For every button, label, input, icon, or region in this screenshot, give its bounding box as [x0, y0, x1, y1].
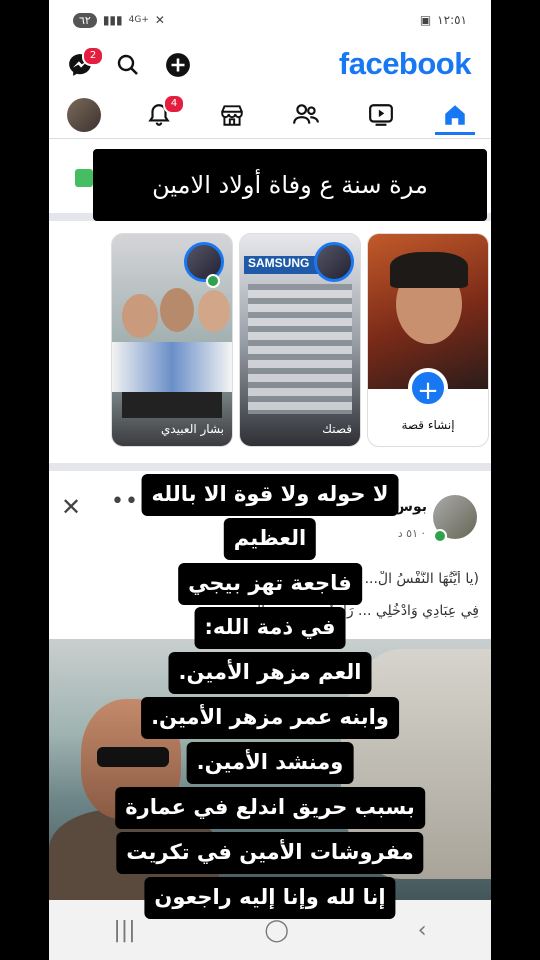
active-tab-indicator: [435, 132, 475, 135]
friends-icon[interactable]: [286, 96, 326, 134]
plus-icon[interactable]: [163, 50, 193, 80]
story-card[interactable]: SAMSUNG قصتك: [239, 233, 361, 447]
home-icon[interactable]: [435, 96, 475, 135]
photo-icon[interactable]: [75, 169, 93, 187]
network-type: 4G+: [128, 15, 149, 25]
search-icon[interactable]: [113, 50, 143, 80]
phone-shelves: [248, 284, 352, 414]
create-story-label: إنشاء قصة: [401, 418, 455, 432]
people-shirts: [112, 342, 232, 392]
overlay-line: مفروشات الأمين في تكريت: [116, 832, 424, 874]
overlay-line: فاجعة تهز بيجي: [178, 563, 362, 605]
face-shape: [160, 288, 194, 332]
battery-indicator: ٦٢: [73, 12, 97, 28]
sunglasses-shape: [97, 747, 169, 767]
notifications-icon[interactable]: 4: [139, 94, 185, 134]
hair-shape: [390, 252, 468, 288]
messenger-badge: 2: [82, 46, 104, 66]
facebook-logo[interactable]: facebook: [339, 46, 472, 82]
story-card[interactable]: بشار العبيدي: [111, 233, 233, 447]
story-name: بشار العبيدي: [160, 422, 224, 436]
nav-bar: 4: [49, 92, 491, 139]
marketplace-icon[interactable]: [212, 96, 252, 134]
overlay-line: وابنه عمر مزهر الأمين.: [141, 697, 399, 739]
overlay-line: في ذمة الله:: [194, 607, 346, 649]
overlay-line: لا حوله ولا قوة الا بالله: [141, 474, 399, 516]
status-left: ٦٢ ▮▮▮ 4G+ ✕: [73, 12, 165, 28]
back-icon[interactable]: ‹: [418, 918, 427, 943]
online-dot: [433, 529, 447, 543]
overlay-line: إنا لله وإنا إليه راجعون: [144, 877, 396, 919]
messenger-icon[interactable]: 2: [65, 46, 104, 80]
story-photo: [368, 234, 488, 389]
screen-record-icon: ▣: [419, 13, 432, 27]
overlay-line: العم مزهر الأمين.: [168, 652, 372, 694]
overlay-line: العظيم: [223, 518, 317, 560]
overlay-line: ومنشد الأمين.: [186, 742, 354, 784]
story-avatar: [314, 242, 354, 282]
signal-icon: ▮▮▮: [102, 13, 123, 27]
mute-icon: ✕: [154, 13, 165, 27]
story-name: قصتك: [322, 422, 352, 436]
profile-menu-icon[interactable]: [64, 96, 104, 134]
recents-icon[interactable]: |||: [113, 918, 135, 943]
face-shape: [198, 290, 230, 332]
post-author-name[interactable]: بوس: [394, 499, 427, 515]
status-bar: ٦٢ ▮▮▮ 4G+ ✕ ▣ ١٢:٥١: [49, 0, 491, 40]
add-story-icon[interactable]: +: [408, 368, 448, 408]
status-right: ▣ ١٢:٥١: [420, 13, 467, 27]
create-story-card[interactable]: + إنشاء قصة: [367, 233, 489, 447]
post-timestamp: ٥١ د ·: [397, 527, 425, 540]
close-icon[interactable]: ✕: [61, 493, 81, 521]
video-caption: مرة سنة ع وفاة أولاد الامين: [93, 149, 487, 221]
video-icon[interactable]: [361, 96, 401, 134]
caption-strip: [122, 392, 222, 418]
notifications-badge: 4: [163, 94, 185, 114]
stories-tray: + إنشاء قصة SAMSUNG قصتك بشار العبيدي: [49, 221, 491, 471]
clock: ١٢:٥١: [437, 13, 467, 27]
top-bar: facebook 2: [49, 40, 491, 92]
home-button-icon[interactable]: ◯: [264, 918, 289, 943]
overlay-line: بسبب حريق اندلع في عمارة: [115, 787, 425, 829]
avatar: [67, 98, 101, 132]
online-dot: [206, 274, 220, 288]
face-shape: [122, 294, 158, 338]
